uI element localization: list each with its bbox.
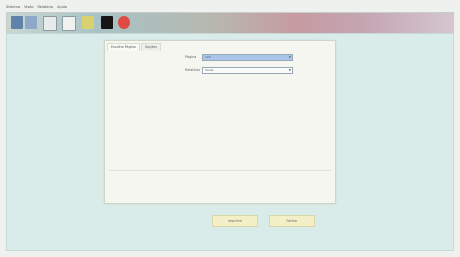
- user-icon[interactable]: [11, 16, 23, 29]
- screen-icon[interactable]: [101, 16, 113, 29]
- page-label: Página: [185, 55, 197, 59]
- toolbar: [6, 12, 454, 34]
- chevron-down-icon: ▼: [288, 55, 291, 59]
- document-icon[interactable]: [43, 16, 57, 31]
- page-select[interactable]: 100 ▼: [202, 54, 293, 61]
- close-button[interactable]: Fechar: [269, 215, 315, 227]
- app-window: Sistema Visão Relatório Ajuda Escolha Pá…: [0, 0, 460, 257]
- stop-icon[interactable]: [118, 16, 130, 29]
- menu-item[interactable]: Sistema: [6, 5, 20, 9]
- folder-icon[interactable]: [82, 16, 94, 29]
- menu-item[interactable]: Relatório: [38, 5, 54, 9]
- chart-icon[interactable]: [25, 16, 37, 29]
- print-button[interactable]: Imprimir: [212, 215, 258, 227]
- document-icon-2[interactable]: [62, 16, 76, 31]
- print-dialog: Escolha Página Opções Página 100 ▼ Relat…: [104, 40, 336, 227]
- report-label: Relatório: [185, 68, 201, 72]
- menu-item[interactable]: Visão: [24, 5, 33, 9]
- report-select[interactable]: Saída ▼: [202, 67, 293, 74]
- chevron-down-icon: ▼: [288, 68, 291, 72]
- tab-options[interactable]: Opções: [140, 43, 161, 51]
- menu-item[interactable]: Ajuda: [57, 5, 67, 9]
- tab-page[interactable]: Escolha Página: [107, 43, 140, 51]
- dialog-tabs: Escolha Página Opções: [107, 43, 161, 51]
- menu-bar: Sistema Visão Relatório Ajuda: [6, 4, 67, 10]
- divider: [109, 170, 331, 171]
